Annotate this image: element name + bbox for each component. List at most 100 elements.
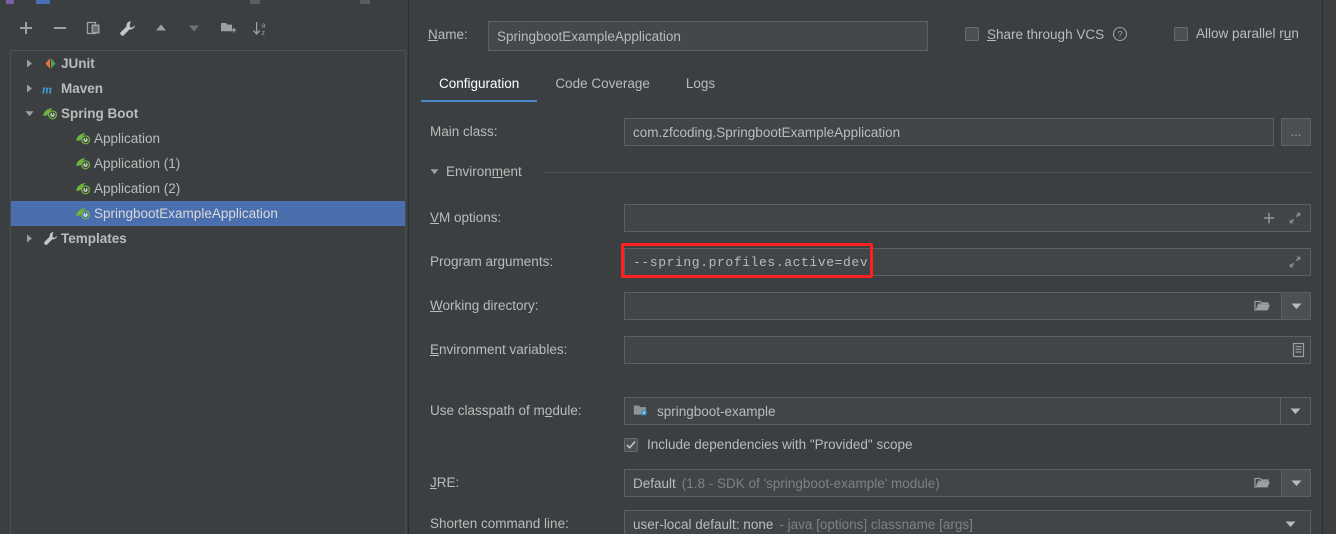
- list-icon[interactable]: [1291, 342, 1306, 358]
- name-label: Name:: [428, 27, 468, 42]
- cut-icon-purple: [6, 0, 14, 4]
- twisty-collapsed-icon[interactable]: [19, 234, 39, 243]
- working-directory-input[interactable]: [624, 292, 1282, 320]
- use-classpath-of-module-row: Use classpath of module: springboot-exam…: [409, 397, 1322, 425]
- name-input-value: SpringbootExampleApplication: [497, 28, 681, 44]
- chevron-down-icon: [1291, 480, 1301, 486]
- tree-item-spring-boot[interactable]: Spring Boot: [11, 101, 405, 126]
- program-arguments-input[interactable]: --spring.profiles.active=dev: [624, 248, 1311, 276]
- include-provided-scope-checkbox[interactable]: [624, 437, 638, 452]
- vm-options-label: VM options:: [430, 210, 502, 225]
- expand-icon[interactable]: [1288, 255, 1302, 269]
- move-up-button[interactable]: [147, 14, 175, 42]
- tab-code-coverage[interactable]: Code Coverage: [537, 64, 668, 102]
- tree-item-springbootexampleapplication[interactable]: SpringbootExampleApplication: [11, 201, 405, 226]
- share-through-vcs-row[interactable]: Share through VCS ?: [965, 26, 1128, 42]
- allow-parallel-run-label: Allow parallel run: [1196, 26, 1299, 41]
- include-provided-scope-row[interactable]: Include dependencies with "Provided" sco…: [624, 437, 913, 452]
- environment-section-header[interactable]: Environment: [430, 164, 522, 179]
- use-classpath-of-module-combobox[interactable]: springboot-example: [624, 397, 1311, 425]
- move-down-button[interactable]: [180, 14, 208, 42]
- jre-dropdown-button[interactable]: [1282, 469, 1311, 497]
- tab-logs[interactable]: Logs: [668, 64, 733, 102]
- configurations-panel: a z JUnit m Maven Spring Boot Applicatio…: [0, 6, 406, 534]
- tree-item-label: Application (1): [94, 156, 181, 171]
- wrench-icon: [119, 20, 135, 36]
- environment-variables-input[interactable]: [624, 336, 1311, 364]
- shorten-command-line-label: Shorten command line:: [430, 516, 569, 531]
- chevron-down-icon[interactable]: [1280, 398, 1310, 424]
- plus-icon[interactable]: [1262, 211, 1276, 225]
- allow-parallel-run-checkbox[interactable]: [1174, 26, 1188, 41]
- minus-icon: [54, 27, 66, 29]
- editor-tabs: Configuration Code Coverage Logs: [421, 62, 733, 102]
- include-provided-scope-label: Include dependencies with "Provided" sco…: [647, 437, 913, 452]
- folder-icon[interactable]: [1254, 476, 1271, 490]
- arrow-up-icon: [156, 24, 166, 31]
- shorten-command-line-value: user-local default: none: [633, 516, 774, 532]
- jre-label: JRE:: [430, 475, 460, 490]
- tab-label: Configuration: [439, 75, 520, 91]
- module-icon: [633, 404, 649, 418]
- configurations-tree[interactable]: JUnit m Maven Spring Boot Application Ap…: [10, 50, 406, 262]
- share-through-vcs-label: Share through VCS: [987, 26, 1105, 42]
- tree-item-junit[interactable]: JUnit: [11, 51, 405, 76]
- main-class-input[interactable]: com.zfcoding.SpringbootExampleApplicatio…: [624, 118, 1274, 146]
- remove-button[interactable]: [46, 14, 74, 42]
- expand-icon[interactable]: [1288, 211, 1302, 225]
- chevron-down-icon[interactable]: [1285, 520, 1296, 528]
- main-class-browse-button[interactable]: ...: [1281, 118, 1311, 146]
- twisty-expanded-icon[interactable]: [19, 109, 39, 118]
- add-button[interactable]: [12, 14, 40, 42]
- help-icon[interactable]: ?: [1112, 26, 1128, 42]
- svg-text:a: a: [261, 22, 265, 29]
- share-through-vcs-checkbox[interactable]: [965, 27, 979, 41]
- tree-item-label: JUnit: [61, 56, 95, 71]
- wrench-icon: [39, 231, 61, 246]
- vm-options-input[interactable]: [624, 204, 1311, 232]
- copy-icon: [86, 21, 100, 35]
- environment-variables-row: Environment variables:: [409, 336, 1322, 364]
- main-class-value: com.zfcoding.SpringbootExampleApplicatio…: [633, 124, 901, 140]
- folder-add-icon: [220, 23, 236, 33]
- spring-boot-icon: [72, 156, 94, 171]
- arrow-down-icon: [189, 25, 199, 32]
- environment-section-label: Environment: [446, 164, 522, 179]
- spring-boot-icon: [39, 106, 61, 121]
- create-folder-button[interactable]: [214, 14, 242, 42]
- tree-item-application-1[interactable]: Application (1): [11, 151, 405, 176]
- tree-item-templates[interactable]: Templates: [11, 226, 405, 251]
- maven-icon: m: [39, 81, 61, 97]
- tab-configuration[interactable]: Configuration: [421, 64, 538, 102]
- plus-icon: [20, 22, 32, 34]
- tree-item-application-2[interactable]: Application (2): [11, 176, 405, 201]
- twisty-collapsed-icon[interactable]: [19, 59, 39, 68]
- jre-combobox[interactable]: Default (1.8 - SDK of 'springboot-exampl…: [624, 469, 1282, 497]
- tree-item-label: Spring Boot: [61, 106, 139, 121]
- tree-item-maven[interactable]: m Maven: [11, 76, 405, 101]
- run-debug-configurations-dialog: a z JUnit m Maven Spring Boot Applicatio…: [0, 0, 1336, 534]
- sort-configurations-button[interactable]: a z: [246, 14, 274, 42]
- edit-templates-button[interactable]: [113, 14, 141, 42]
- tree-item-application[interactable]: Application: [11, 126, 405, 151]
- name-input[interactable]: SpringbootExampleApplication: [488, 21, 928, 51]
- twisty-collapsed-icon[interactable]: [19, 84, 39, 93]
- working-directory-label: Working directory:: [430, 298, 539, 313]
- environment-section-divider: [545, 172, 1311, 173]
- folder-icon[interactable]: [1254, 299, 1271, 313]
- tree-item-label: SpringbootExampleApplication: [94, 206, 278, 221]
- copy-configuration-button[interactable]: [80, 14, 108, 42]
- svg-text:?: ?: [1118, 30, 1123, 40]
- tree-item-label: Application: [94, 131, 161, 146]
- ellipsis-icon: ...: [1290, 124, 1302, 139]
- shorten-command-line-combobox[interactable]: user-local default: none - java [options…: [624, 510, 1311, 534]
- spring-boot-icon: [72, 131, 94, 146]
- window-right-edge: [1323, 0, 1336, 534]
- allow-parallel-run-row[interactable]: Allow parallel run: [1174, 26, 1299, 41]
- working-directory-dropdown-button[interactable]: [1282, 292, 1311, 320]
- configurations-tree-empty-area[interactable]: [10, 262, 406, 534]
- configuration-editor-panel: Name: SpringbootExampleApplication Share…: [409, 0, 1322, 534]
- main-class-label: Main class:: [430, 124, 498, 139]
- twisty-expanded-icon[interactable]: [430, 167, 439, 176]
- cut-icon-blue: [36, 0, 50, 4]
